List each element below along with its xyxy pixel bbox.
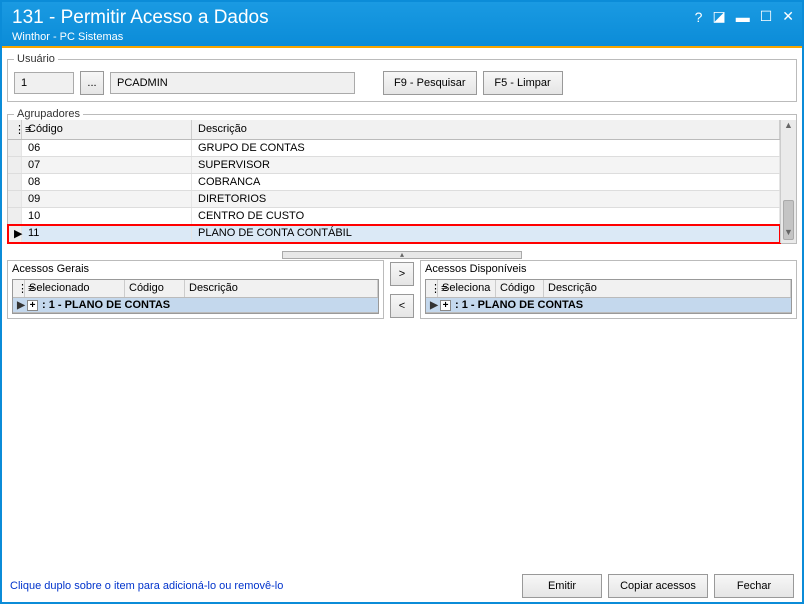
agrupadores-header: ⋮≡ Código Descrição — [8, 120, 780, 140]
col-selector-icon[interactable]: ⋮≡ — [8, 120, 22, 139]
close-icon[interactable]: ✕ — [782, 8, 794, 25]
gerais-tree-item[interactable]: ▶ + : 1 - PLANO DE CONTAS — [13, 298, 378, 313]
acessos-disp-title: Acessos Disponíveis — [421, 261, 796, 279]
table-row[interactable]: 06 GRUPO DE CONTAS — [8, 140, 780, 157]
disp-col-desc[interactable]: Descrição — [544, 280, 791, 297]
table-row[interactable]: 10 CENTRO DE CUSTO — [8, 208, 780, 225]
usuario-codigo-input[interactable] — [14, 72, 74, 94]
expand-icon[interactable]: + — [440, 300, 451, 311]
col-selector-icon[interactable]: ⋮≡ — [426, 280, 438, 297]
disp-item-label: : 1 - PLANO DE CONTAS — [455, 299, 583, 311]
splitter-handle-icon[interactable]: ▴ — [282, 251, 522, 259]
minimize-icon[interactable]: ▬ — [736, 9, 750, 25]
horizontal-splitter[interactable]: ▴ — [7, 250, 797, 260]
agrupadores-group: Agrupadores ⋮≡ Código Descrição 06 GRUPO… — [7, 108, 797, 244]
agrupadores-body: 06 GRUPO DE CONTAS 07 SUPERVISOR 08 COBR… — [8, 140, 780, 243]
acessos-gerais-title: Acessos Gerais — [8, 261, 383, 279]
usuario-group: Usuário ... F9 - Pesquisar F5 - Limpar — [7, 53, 797, 102]
row-arrow-icon: ▶ — [15, 300, 27, 311]
usuario-nome-input[interactable] — [110, 72, 355, 94]
copiar-acessos-button[interactable]: Copiar acessos — [608, 574, 708, 598]
table-row[interactable]: 08 COBRANCA — [8, 174, 780, 191]
acessos-gerais-pane: Acessos Gerais ⋮≡ Selecionado Código Des… — [7, 260, 384, 319]
agrupadores-legend: Agrupadores — [14, 108, 83, 120]
limpar-button[interactable]: F5 - Limpar — [483, 71, 563, 95]
title-bar: 131 - Permitir Acesso a Dados Winthor - … — [2, 2, 802, 46]
disp-col-sel[interactable]: Seleciona — [438, 280, 496, 297]
acessos-disponiveis-pane: Acessos Disponíveis ⋮≡ Seleciona Código … — [420, 260, 797, 319]
table-row[interactable]: 07 SUPERVISOR — [8, 157, 780, 174]
col-desc-header[interactable]: Descrição — [192, 120, 780, 139]
edit-icon[interactable]: ◪ — [712, 8, 725, 25]
gerais-col-desc[interactable]: Descrição — [185, 280, 378, 297]
move-left-button[interactable]: < — [390, 294, 414, 318]
window-subtitle: Winthor - PC Sistemas — [12, 31, 792, 43]
gerais-tree-header: ⋮≡ Selecionado Código Descrição — [13, 280, 378, 298]
disp-col-cod[interactable]: Código — [496, 280, 544, 297]
col-codigo-header[interactable]: Código — [22, 120, 192, 139]
window-title: 131 - Permitir Acesso a Dados — [12, 7, 792, 29]
emitir-button[interactable]: Emitir — [522, 574, 602, 598]
footer-hint: Clique duplo sobre o item para adicioná-… — [10, 580, 283, 592]
col-selector-icon[interactable]: ⋮≡ — [13, 280, 25, 297]
disp-tree-item[interactable]: ▶ + : 1 - PLANO DE CONTAS — [426, 298, 791, 313]
pesquisar-button[interactable]: F9 - Pesquisar — [383, 71, 477, 95]
table-row[interactable]: 09 DIRETORIOS — [8, 191, 780, 208]
agrupadores-scrollbar[interactable]: ▲ ▼ — [780, 120, 796, 243]
row-arrow-icon: ▶ — [428, 300, 440, 311]
table-row-selected[interactable]: ▶ 11 PLANO DE CONTA CONTÁBIL — [8, 225, 780, 243]
row-arrow-icon: ▶ — [8, 225, 22, 242]
maximize-icon[interactable]: ☐ — [760, 8, 773, 25]
disp-tree-header: ⋮≡ Seleciona Código Descrição — [426, 280, 791, 298]
usuario-lookup-button[interactable]: ... — [80, 71, 104, 95]
gerais-col-cod[interactable]: Código — [125, 280, 185, 297]
usuario-legend: Usuário — [14, 53, 58, 65]
help-icon[interactable]: ? — [695, 9, 703, 25]
expand-icon[interactable]: + — [27, 300, 38, 311]
gerais-col-sel[interactable]: Selecionado — [25, 280, 125, 297]
fechar-button[interactable]: Fechar — [714, 574, 794, 598]
move-right-button[interactable]: > — [390, 262, 414, 286]
gerais-item-label: : 1 - PLANO DE CONTAS — [42, 299, 170, 311]
